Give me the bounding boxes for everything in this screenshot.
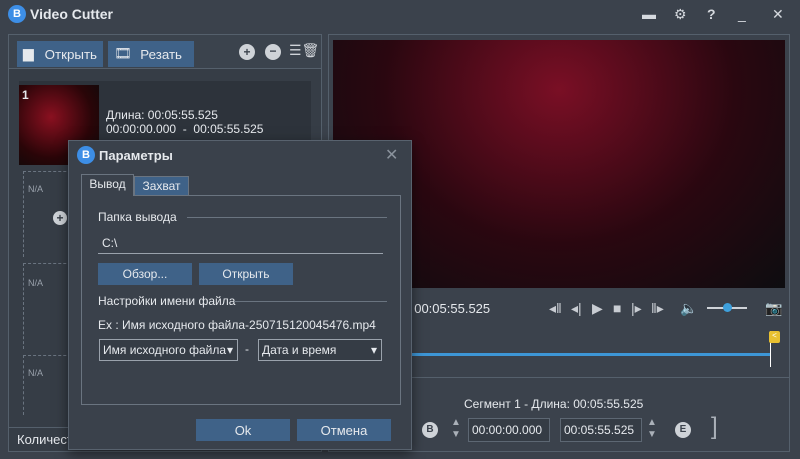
output-folder-input[interactable]: C:\: [98, 232, 383, 254]
open-button[interactable]: ▆ Открыть: [17, 41, 103, 67]
title-bar: B Video Cutter ▬ ⚙ ? _ ✕: [0, 0, 800, 30]
stop-icon[interactable]: ■: [613, 300, 621, 316]
minimize-icon[interactable]: _: [738, 6, 746, 22]
set-begin-icon[interactable]: B: [422, 422, 438, 438]
end-marker-icon[interactable]: <: [769, 331, 780, 343]
tab-output[interactable]: Вывод: [81, 174, 134, 196]
snapshot-icon[interactable]: 📷: [765, 300, 782, 317]
remove-icon[interactable]: −: [265, 44, 281, 60]
cut-button[interactable]: 🎞 Резать: [108, 41, 194, 67]
divider: [187, 217, 387, 218]
browse-button[interactable]: Обзор...: [98, 263, 192, 285]
separator-label: -: [245, 342, 249, 356]
volume-knob[interactable]: [723, 303, 732, 312]
close-icon[interactable]: ✕: [772, 6, 784, 23]
next-frame-icon[interactable]: |▸: [631, 300, 642, 317]
clear-list-icon[interactable]: ☰🗑: [289, 42, 319, 59]
prev-frame-icon[interactable]: ◂|: [571, 300, 582, 317]
help-icon[interactable]: ?: [707, 6, 716, 22]
clip-toolbar: ▆ Открыть 🎞 Резать + − ☰🗑: [9, 35, 321, 69]
start-spinner[interactable]: ▲ ▼: [451, 417, 461, 441]
filename-part2-select[interactable]: Дата и время: [258, 339, 382, 361]
dialog-logo-icon: B: [77, 146, 95, 164]
end-spinner[interactable]: ▲ ▼: [647, 417, 657, 441]
settings-dialog: B Параметры ✕ Вывод Захват Папка вывода …: [68, 140, 412, 450]
filename-settings-label: Настройки имени файла: [98, 294, 236, 308]
open-folder-button[interactable]: Открыть: [199, 263, 293, 285]
app-logo-icon: B: [8, 5, 26, 23]
app-title: Video Cutter: [30, 6, 113, 22]
dialog-title: Параметры: [99, 148, 173, 163]
cancel-button[interactable]: Отмена: [297, 419, 391, 441]
prev-segment-icon[interactable]: ◂‖: [549, 300, 562, 317]
start-time-input[interactable]: 00:00:00.000: [468, 418, 550, 442]
output-panel: Папка вывода C:\ Обзор... Открыть Настро…: [81, 195, 401, 405]
dialog-close-icon[interactable]: ✕: [385, 145, 398, 165]
clip-range: 00:00:00.000 - 00:05:55.525: [106, 122, 264, 136]
tab-capture[interactable]: Захват: [134, 176, 189, 196]
time-display: / 00:05:55.525: [407, 301, 491, 316]
bracket-icon[interactable]: ]: [711, 413, 718, 441]
clip-index: 1: [22, 88, 29, 102]
cut-label: Резать: [140, 46, 182, 62]
slot-label: N/A: [28, 278, 44, 288]
end-time-input[interactable]: 00:05:55.525: [560, 418, 642, 442]
clip-length: Длина: 00:05:55.525: [106, 108, 218, 122]
divider: [409, 377, 789, 378]
gear-icon[interactable]: ⚙: [674, 6, 687, 23]
set-end-icon[interactable]: E: [675, 422, 691, 438]
next-segment-icon[interactable]: ‖▸: [651, 300, 664, 317]
ok-button[interactable]: Ok: [196, 419, 290, 441]
add-icon[interactable]: +: [239, 44, 255, 60]
play-icon[interactable]: ▶: [592, 300, 603, 317]
folder-icon[interactable]: ▬: [642, 6, 656, 22]
timeline-progress[interactable]: [411, 353, 770, 356]
volume-icon[interactable]: 🔈: [680, 300, 697, 317]
film-icon: 🎞: [114, 45, 132, 61]
filename-example: Ex : Имя исходного файла-250715120045476…: [98, 318, 376, 332]
slot-label: N/A: [28, 368, 44, 378]
add-slot-icon[interactable]: +: [53, 211, 67, 225]
filename-part1-select[interactable]: Имя исходного файла: [99, 339, 238, 361]
output-folder-label: Папка вывода: [98, 210, 177, 224]
segment-label: Сегмент 1 - Длина: 00:05:55.525: [464, 397, 644, 411]
divider: [234, 301, 387, 302]
folder-icon: ▆: [23, 45, 34, 61]
slot-label: N/A: [28, 184, 44, 194]
open-label: Открыть: [44, 46, 97, 62]
